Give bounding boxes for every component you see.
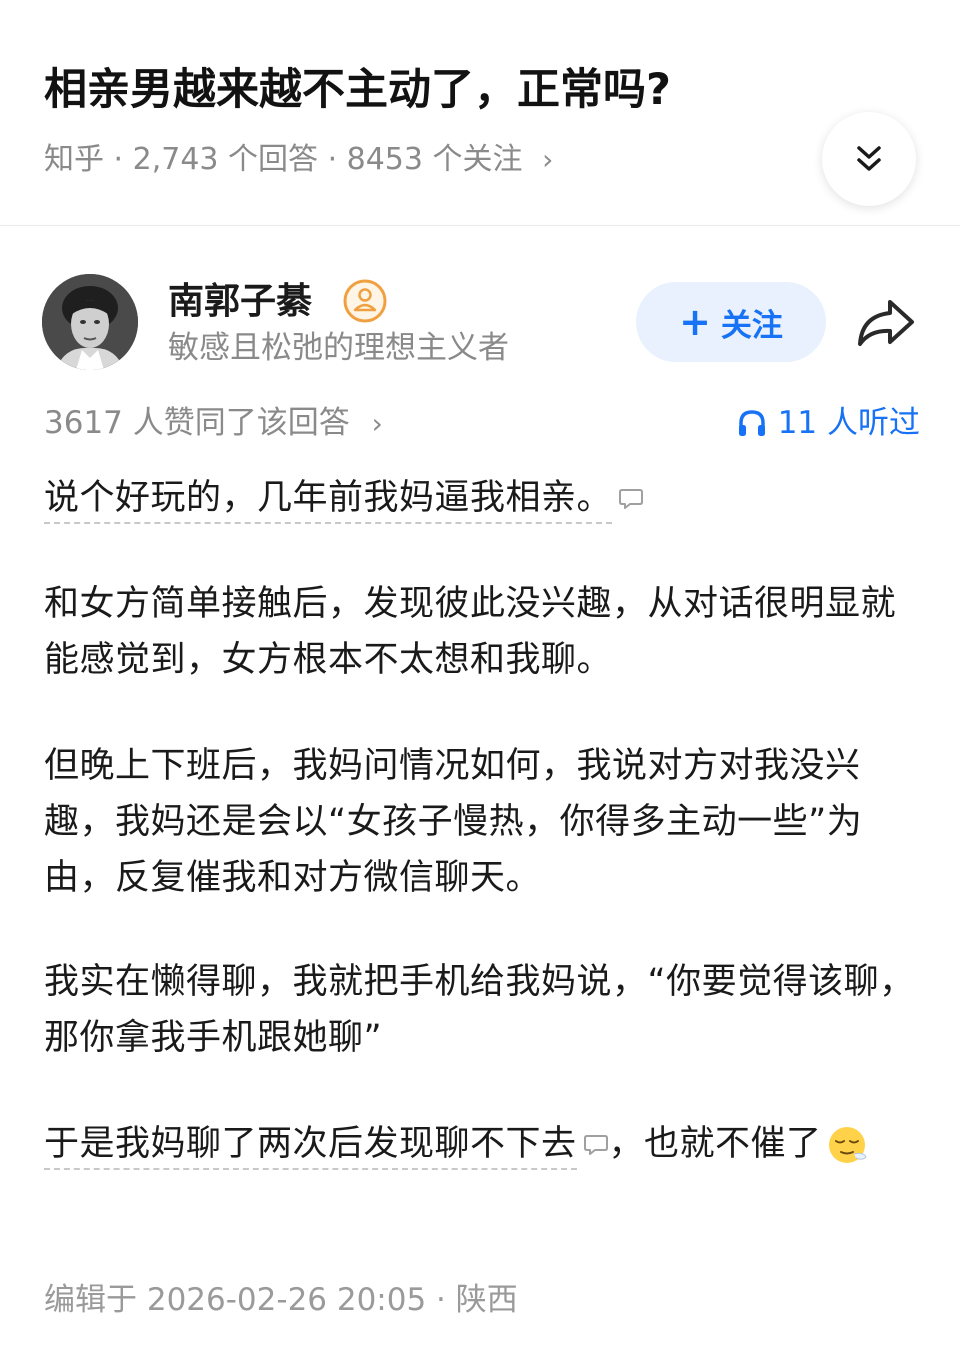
avatar[interactable] bbox=[42, 274, 138, 370]
commented-text[interactable]: 于是我妈聊了两次后发现聊不下去 bbox=[44, 1124, 577, 1170]
answer-paragraph: 于是我妈聊了两次后发现聊不下去 ，也就不催了 bbox=[44, 1116, 868, 1172]
answer-paragraph: 但晚上下班后，我妈问情况如何，我说对方对我没兴趣，我妈还是会以“女孩子慢热，你得… bbox=[44, 746, 863, 898]
comment-bubble-icon[interactable] bbox=[618, 487, 644, 511]
vote-count-text: 3617 人赞同了该回答 bbox=[44, 405, 350, 441]
author-bio: 敏感且松弛的理想主义者 bbox=[168, 330, 509, 366]
question-title[interactable]: 相亲男越来越不主动了，正常吗? bbox=[44, 62, 671, 118]
listen-count[interactable]: 11 人听过 bbox=[736, 400, 920, 446]
share-arrow-icon[interactable] bbox=[852, 292, 920, 352]
comment-bubble-icon[interactable] bbox=[583, 1133, 609, 1157]
author-name[interactable]: 南郭子綦 bbox=[168, 278, 312, 326]
answer-paragraph: 说个好玩的，几年前我妈逼我相亲。 bbox=[44, 470, 644, 526]
edit-info: 编辑于 2026-02-26 20:05 · 陕西 bbox=[44, 1282, 518, 1318]
collapse-button[interactable] bbox=[822, 112, 916, 206]
question-header: 相亲男越来越不主动了，正常吗? 知乎 · 2,743 个回答 · 8453 个关… bbox=[0, 0, 960, 226]
answer-text: ，也就不催了 bbox=[608, 1124, 822, 1164]
answer-paragraph: 我实在懒得聊，我就把手机给我妈说，“你要觉得该聊，那你拿我手机跟她聊” bbox=[44, 962, 915, 1058]
stats-row: 3617 人赞同了该回答 › 11 人听过 bbox=[44, 400, 920, 446]
author-row: 南郭子綦 敏感且松弛的理想主义者 + 关注 bbox=[0, 270, 960, 380]
follow-button[interactable]: + 关注 bbox=[636, 282, 826, 362]
relieved-emoji-icon bbox=[828, 1127, 867, 1163]
avatar-image bbox=[42, 274, 138, 370]
question-meta[interactable]: 知乎 · 2,743 个回答 · 8453 个关注 › bbox=[44, 140, 553, 180]
plus-icon: + bbox=[679, 300, 711, 344]
answer-paragraph: 和女方简单接触后，发现彼此没兴趣，从对话很明显就能感觉到，女方根本不太想和我聊。 bbox=[44, 584, 897, 680]
user-badge-icon bbox=[343, 279, 387, 323]
question-meta-text: 知乎 · 2,743 个回答 · 8453 个关注 bbox=[44, 142, 523, 177]
chevron-right-icon: › bbox=[371, 407, 383, 440]
double-chevron-down-icon bbox=[857, 146, 881, 171]
follow-label: 关注 bbox=[720, 307, 783, 344]
headphones-icon bbox=[738, 410, 765, 436]
listen-count-text: 11 人听过 bbox=[777, 405, 920, 441]
vote-count[interactable]: 3617 人赞同了该回答 › bbox=[44, 400, 383, 447]
commented-text[interactable]: 说个好玩的，几年前我妈逼我相亲。 bbox=[44, 478, 613, 524]
chevron-right-icon: › bbox=[542, 143, 554, 176]
